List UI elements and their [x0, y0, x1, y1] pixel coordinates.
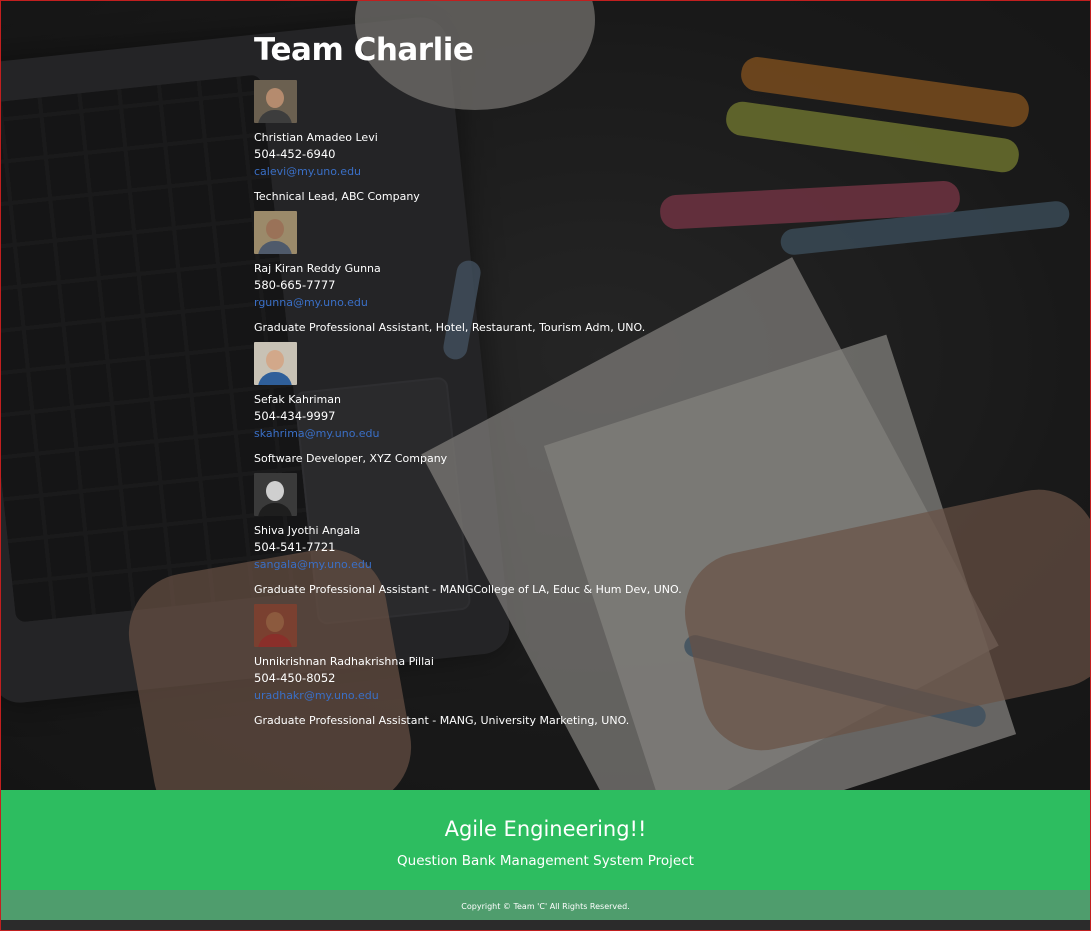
avatar: [254, 211, 297, 254]
member-name: Christian Amadeo Levi: [254, 131, 378, 144]
member-email-link[interactable]: skahrima@my.uno.edu: [254, 425, 954, 442]
member-email-link[interactable]: sangala@my.uno.edu: [254, 556, 954, 573]
member-phone: 504-450-8052: [254, 671, 336, 685]
avatar: [254, 604, 297, 647]
team-member: Christian Amadeo Levi 504-452-6940 calev…: [254, 80, 954, 205]
member-name: Unnikrishnan Radhakrishna Pillai: [254, 655, 434, 668]
footer-title: Agile Engineering!!: [444, 817, 647, 841]
avatar: [254, 342, 297, 385]
member-role: Graduate Professional Assistant, Hotel, …: [254, 321, 646, 334]
member-role: Graduate Professional Assistant - MANGCo…: [254, 583, 682, 596]
member-name: Raj Kiran Reddy Gunna: [254, 262, 381, 275]
team-section: Team Charlie Christian Amadeo Levi 504-4…: [254, 30, 954, 735]
member-role: Technical Lead, ABC Company: [254, 190, 420, 203]
member-email-link[interactable]: rgunna@my.uno.edu: [254, 294, 954, 311]
team-member: Sefak Kahriman 504-434-9997 skahrima@my.…: [254, 342, 954, 467]
member-email-link[interactable]: uradhakr@my.uno.edu: [254, 687, 954, 704]
member-name: Sefak Kahriman: [254, 393, 341, 406]
team-member: Unnikrishnan Radhakrishna Pillai 504-450…: [254, 604, 954, 729]
avatar: [254, 80, 297, 123]
member-role: Software Developer, XYZ Company: [254, 452, 448, 465]
member-phone: 504-452-6940: [254, 147, 336, 161]
page-title: Team Charlie: [254, 32, 474, 68]
team-member: Shiva Jyothi Angala 504-541-7721 sangala…: [254, 473, 954, 598]
member-phone: 504-434-9997: [254, 409, 336, 423]
avatar: [254, 473, 297, 516]
copyright-bar: Copyright © Team 'C' All Rights Reserved…: [0, 890, 1091, 920]
member-phone: 580-665-7777: [254, 278, 336, 292]
member-phone: 504-541-7721: [254, 540, 336, 554]
copyright-text: Copyright © Team 'C' All Rights Reserved…: [461, 902, 630, 911]
team-member: Raj Kiran Reddy Gunna 580-665-7777 rgunn…: [254, 211, 954, 336]
footer-banner: Agile Engineering!! Question Bank Manage…: [0, 790, 1091, 890]
member-email-link[interactable]: calevi@my.uno.edu: [254, 163, 954, 180]
member-role: Graduate Professional Assistant - MANG, …: [254, 714, 630, 727]
footer-subtitle: Question Bank Management System Project: [397, 853, 694, 869]
member-name: Shiva Jyothi Angala: [254, 524, 361, 537]
